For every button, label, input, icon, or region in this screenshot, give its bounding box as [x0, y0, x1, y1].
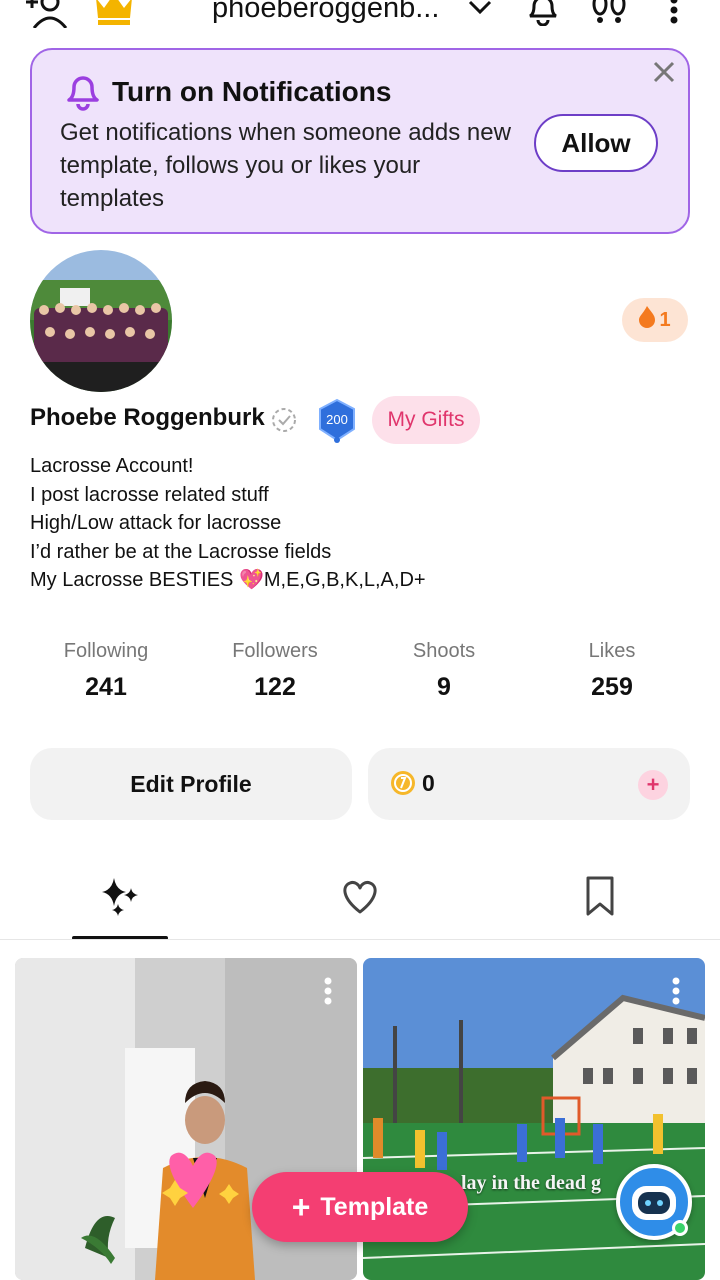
streak-badge[interactable]: 1	[622, 298, 688, 342]
bio-line: I’d rather be at the Lacrosse fields	[30, 540, 332, 563]
bell-icon	[64, 72, 102, 117]
profile-name: Phoebe Roggenburk	[30, 404, 265, 431]
edit-profile-button[interactable]: Edit Profile	[30, 748, 352, 820]
more-vertical-icon[interactable]	[323, 976, 333, 1011]
crown-icon[interactable]	[94, 0, 134, 31]
level-badge[interactable]: 200	[316, 398, 358, 449]
heart-icon[interactable]	[338, 874, 382, 923]
bio: Lacrosse Account! I post lacrosse relate…	[30, 452, 426, 595]
bio-line: High/Low attack for lacrosse	[30, 512, 282, 534]
footprints-icon[interactable]	[590, 0, 630, 31]
sparkles-icon[interactable]	[98, 874, 142, 923]
my-gifts-button[interactable]: My Gifts	[372, 396, 480, 444]
notification-body: Get notifications when someone adds new …	[60, 119, 511, 212]
create-template-button[interactable]: + Template	[252, 1172, 468, 1242]
level-text: 200	[326, 412, 348, 427]
close-icon[interactable]	[650, 58, 678, 91]
bookmark-icon[interactable]	[580, 874, 620, 923]
username-title[interactable]: phoeberoggenb...	[212, 0, 439, 25]
bio-line: Lacrosse Account!	[30, 455, 194, 477]
stat-shoots[interactable]: Shoots 9	[364, 640, 524, 702]
avatar[interactable]	[30, 250, 172, 392]
allow-button[interactable]: Allow	[534, 114, 658, 172]
top-bar: phoeberoggenb...	[0, 0, 720, 40]
coins-balance[interactable]: 0 +	[368, 748, 690, 820]
coins-value: 0	[422, 770, 435, 796]
bell-icon[interactable]	[526, 0, 560, 31]
stat-label: Likes	[588, 640, 636, 662]
stat-following[interactable]: Following 241	[26, 640, 186, 702]
stat-label: Shoots	[412, 640, 476, 662]
stat-label: Following	[63, 640, 149, 662]
notification-banner: Turn on Notifications Get notifications …	[30, 48, 690, 234]
coin-icon	[390, 770, 416, 801]
stat-likes[interactable]: Likes 259	[532, 640, 692, 702]
streak-count: 1	[659, 308, 671, 331]
stat-value: 241	[85, 673, 127, 701]
stat-followers[interactable]: Followers 122	[195, 640, 355, 702]
add-user-icon[interactable]	[24, 0, 68, 33]
bio-line: I post lacrosse related stuff	[30, 483, 269, 506]
stat-value: 259	[591, 673, 633, 701]
notification-title: Turn on Notifications	[112, 76, 392, 107]
more-vertical-icon[interactable]	[671, 976, 681, 1011]
more-vertical-icon[interactable]	[668, 0, 680, 33]
bio-line: My Lacrosse BESTIES 💖M,E,G,B,K,L,A,D+	[30, 569, 426, 591]
post-overlay-text: lay in the dead g	[461, 1172, 602, 1194]
flame-icon	[639, 306, 656, 334]
plus-icon: +	[291, 1189, 311, 1225]
chevron-down-icon[interactable]	[466, 0, 494, 23]
verify-icon[interactable]	[270, 406, 298, 439]
add-coins-icon[interactable]: +	[638, 770, 668, 800]
online-status-dot	[672, 1220, 688, 1236]
divider	[0, 939, 720, 940]
stat-value: 9	[437, 673, 451, 701]
stat-label: Followers	[232, 640, 318, 662]
stat-value: 122	[254, 673, 296, 701]
create-template-label: Template	[320, 1192, 429, 1221]
